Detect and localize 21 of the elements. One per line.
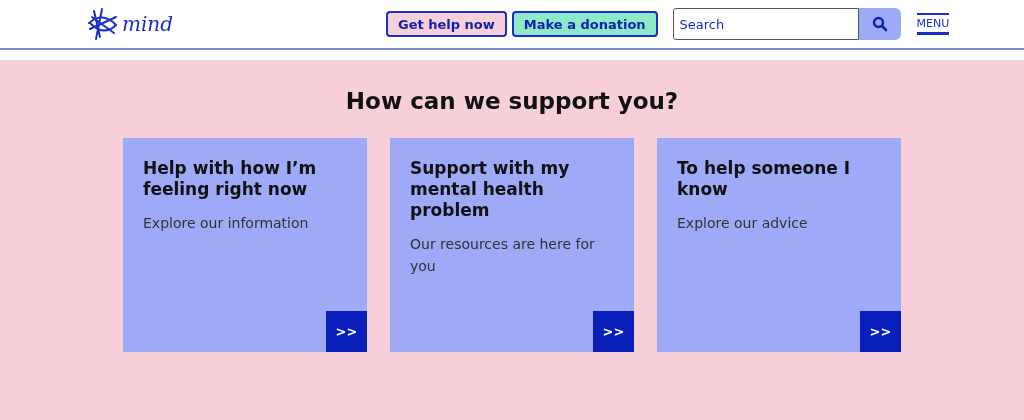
card-title: To help someone I know bbox=[677, 158, 852, 200]
help-button[interactable]: Get help now bbox=[386, 11, 507, 37]
menu-button[interactable]: MENU bbox=[916, 13, 950, 35]
card-text: Explore our advice bbox=[677, 214, 809, 233]
search-field[interactable]: Search bbox=[672, 8, 859, 40]
arrow-button[interactable]: >> bbox=[326, 311, 367, 352]
card-text: Explore our information bbox=[143, 214, 310, 233]
donate-button[interactable]: Make a donation bbox=[511, 11, 658, 37]
card-title: Support with my mental health problem bbox=[410, 158, 571, 221]
search-icon bbox=[871, 16, 888, 32]
arrow-button[interactable]: >> bbox=[860, 311, 901, 352]
card-text: Our resources are here for you bbox=[410, 235, 596, 276]
arrow-button[interactable]: >> bbox=[593, 311, 634, 352]
section-heading: How can we support you? bbox=[344, 88, 680, 114]
card-title: Help with how I’m feeling right now bbox=[143, 158, 318, 200]
logo-icon bbox=[86, 7, 120, 41]
support-card[interactable]: Help with how I’m feeling right now Explore our information >> bbox=[123, 138, 367, 352]
logo-text[interactable]: mind bbox=[122, 12, 174, 36]
support-card[interactable]: Support with my mental health problem Our resources are here for you >> bbox=[390, 138, 634, 352]
support-card[interactable]: To help someone I know Explore our advice >> bbox=[657, 138, 901, 352]
search-button[interactable] bbox=[858, 8, 901, 40]
